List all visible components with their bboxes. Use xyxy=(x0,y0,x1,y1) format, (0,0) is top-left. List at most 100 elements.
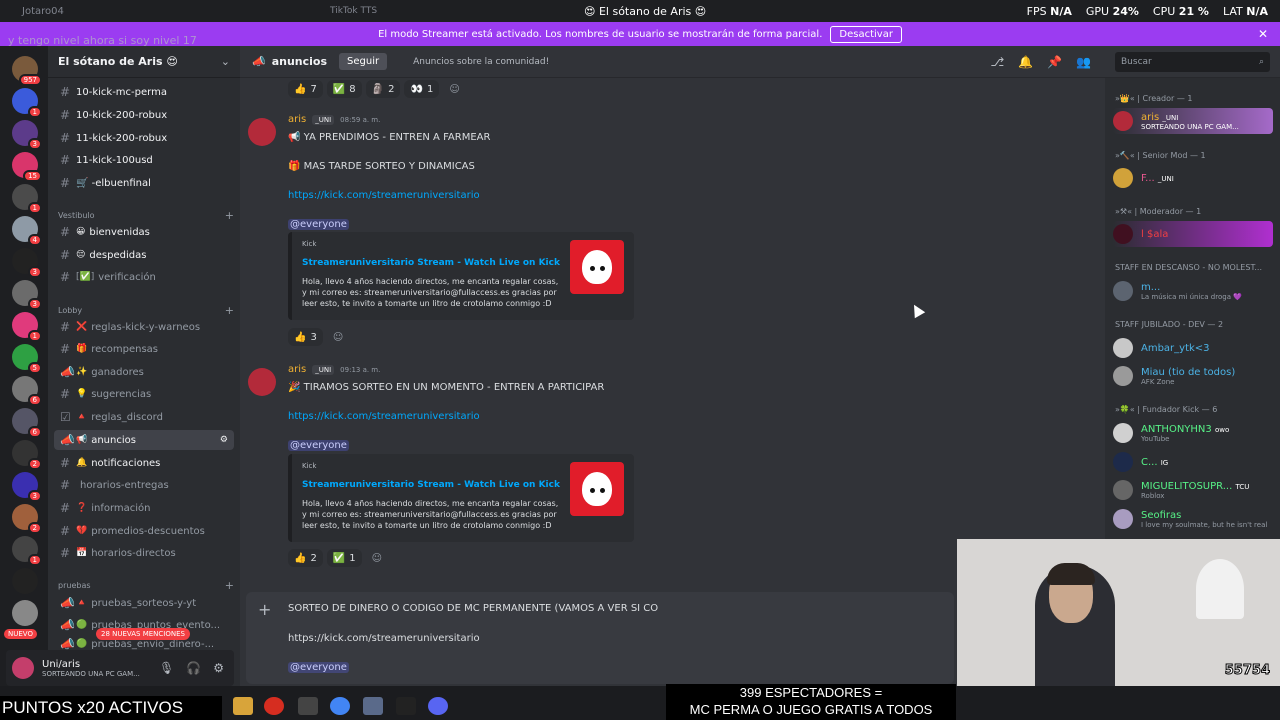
member-item[interactable]: MIGUELITOSUPR... TCU Roblox xyxy=(1113,477,1273,503)
channel-item[interactable]: #10-kick-mc-perma xyxy=(54,82,234,102)
member-item[interactable]: C... IG xyxy=(1113,449,1273,475)
avatar[interactable] xyxy=(12,657,34,679)
attach-plus-icon[interactable]: + xyxy=(258,600,271,619)
threads-icon[interactable]: ⎇ xyxy=(990,55,1004,69)
reaction[interactable]: 👍 7 xyxy=(288,80,323,98)
microphone-icon[interactable]: 🎙 xyxy=(159,661,174,675)
close-icon[interactable]: ✕ xyxy=(1258,27,1268,41)
plus-icon[interactable]: + xyxy=(225,304,234,317)
reaction[interactable]: 👍 2 xyxy=(288,549,323,567)
server-icon[interactable]: 1 xyxy=(12,88,42,118)
server-icon[interactable]: 1 xyxy=(12,184,42,214)
message-composer[interactable]: + SORTEO DE DINERO O CODIGO DE MC PERMAN… xyxy=(246,592,954,684)
everyone-mention[interactable]: @everyone xyxy=(288,440,349,451)
member-item[interactable]: Miau (tio de todos) AFK Zone xyxy=(1113,363,1273,389)
server-icon[interactable]: 4 xyxy=(12,216,42,246)
guild-header[interactable]: El sótano de Aris 😍 ⌄ xyxy=(48,46,240,78)
server-icon[interactable]: 6 xyxy=(12,376,42,406)
server-icon[interactable]: 957 xyxy=(12,56,42,86)
server-icon[interactable] xyxy=(12,600,38,626)
category-pruebas[interactable]: pruebas + xyxy=(58,579,234,592)
member-item[interactable]: ANTHONYHN3 owo YouTube xyxy=(1113,420,1273,446)
composer-link[interactable]: https://kick.com/streameruniversitario xyxy=(288,633,480,644)
member-item[interactable]: Seofiras I love my soulmate, but he isn't… xyxy=(1113,506,1273,532)
channel-item[interactable]: 📣 🔺 pruebas_sorteos-y-yt xyxy=(54,593,234,613)
server-icon[interactable]: 3 xyxy=(12,248,42,278)
channel-item[interactable]: # horarios-entregas xyxy=(54,475,234,495)
channel-item[interactable]: ☑ 🔺 reglas_discord xyxy=(54,407,234,427)
channel-item[interactable]: # 🔔 notificaciones xyxy=(54,453,234,473)
channel-item[interactable]: # 💔 promedios-descuentos xyxy=(54,521,234,541)
search-input[interactable]: Buscar ⌕ xyxy=(1115,51,1270,72)
channel-item[interactable]: 📣 ✨ ganadores xyxy=(54,362,234,382)
add-reaction-icon[interactable]: ☺ xyxy=(366,549,388,567)
server-icon[interactable]: 2 xyxy=(12,504,42,534)
discord-icon[interactable] xyxy=(428,697,448,715)
channel-item[interactable]: # ❌ reglas-kick-y-warneos xyxy=(54,317,234,337)
avatar[interactable] xyxy=(248,368,276,396)
reaction[interactable]: ✅ 8 xyxy=(326,80,362,98)
members-icon[interactable]: 👥 xyxy=(1076,55,1091,69)
plus-icon[interactable]: + xyxy=(225,579,234,592)
channel-item-active[interactable]: 📣 📢 anuncios ⚙ xyxy=(54,430,234,450)
server-icon[interactable]: 1 xyxy=(12,312,42,342)
reaction[interactable]: 👍 3 xyxy=(288,328,323,346)
server-icon[interactable]: 15 xyxy=(12,152,42,182)
category-vestibulo[interactable]: Vestibulo + xyxy=(58,209,234,222)
message-link[interactable]: https://kick.com/streameruniversitario xyxy=(288,411,480,422)
server-icon[interactable]: 6 xyxy=(12,408,42,438)
app-icon[interactable] xyxy=(363,697,383,715)
embed-thumbnail[interactable] xyxy=(570,240,624,294)
member-item[interactable]: aris _UNI SORTEANDO UNA PC GAM... xyxy=(1113,108,1273,134)
member-item[interactable]: F... _UNI xyxy=(1113,165,1273,191)
channel-item[interactable]: # 🎁 recompensas xyxy=(54,339,234,359)
embed-title[interactable]: Streameruniversitario Stream - Watch Liv… xyxy=(302,258,560,268)
reaction[interactable]: ✅ 1 xyxy=(326,549,362,567)
everyone-mention[interactable]: @everyone xyxy=(288,219,349,230)
channel-item[interactable]: # [✅] verificación xyxy=(54,267,234,287)
pin-icon[interactable]: 📌 xyxy=(1047,55,1062,69)
reaction[interactable]: 🗿 2 xyxy=(365,80,401,98)
chrome-icon[interactable] xyxy=(330,697,350,715)
channel-item[interactable]: # 😀 bienvenidas xyxy=(54,222,234,242)
server-icon[interactable]: 1 xyxy=(12,536,42,566)
embed-thumbnail[interactable] xyxy=(570,462,624,516)
settings-icon[interactable]: ⚙ xyxy=(220,435,234,445)
author-name[interactable]: aris xyxy=(288,114,306,125)
server-icon[interactable]: 3 xyxy=(12,120,42,150)
bell-icon[interactable]: 🔔 xyxy=(1018,55,1033,69)
opera-icon[interactable] xyxy=(264,697,284,715)
server-icon[interactable] xyxy=(12,568,38,594)
member-item[interactable]: Ambar_ytk<3 xyxy=(1113,335,1273,361)
channel-item[interactable]: # 📅 horarios-directos xyxy=(54,543,234,563)
channel-item[interactable]: # 🛒 -elbuenfinal xyxy=(54,173,234,193)
add-reaction-icon[interactable]: ☺ xyxy=(327,328,349,346)
composer-line[interactable]: SORTEO DE DINERO O CODIGO DE MC PERMANEN… xyxy=(288,603,658,614)
folder-icon[interactable] xyxy=(233,697,253,715)
message-link[interactable]: https://kick.com/streameruniversitario xyxy=(288,190,480,201)
plus-icon[interactable]: + xyxy=(225,209,234,222)
member-item[interactable]: m... La música mi única droga 💜 xyxy=(1113,278,1273,304)
channel-item[interactable]: # 😔 despedidas xyxy=(54,245,234,265)
add-reaction-icon[interactable]: ☺ xyxy=(443,80,465,98)
follow-button[interactable]: Seguir xyxy=(339,53,388,70)
headphones-icon[interactable]: 🎧 xyxy=(186,661,201,675)
app-icon[interactable] xyxy=(298,697,318,715)
deactivate-button[interactable]: Desactivar xyxy=(830,25,902,43)
server-icon[interactable]: 3 xyxy=(12,472,42,502)
member-item[interactable]: l $ala xyxy=(1113,221,1273,247)
composer-mention[interactable]: @everyone xyxy=(288,662,349,673)
server-icon[interactable]: 3 xyxy=(12,280,42,310)
category-lobby[interactable]: Lobby + xyxy=(58,304,234,317)
server-icon[interactable]: 5 xyxy=(12,344,42,374)
channel-item[interactable]: #11-kick-100usd xyxy=(54,150,234,170)
channel-item[interactable]: #11-kick-200-robux xyxy=(54,128,234,148)
channel-item[interactable]: #10-kick-200-robux xyxy=(54,105,234,125)
channel-item[interactable]: # 💡 sugerencias xyxy=(54,384,234,404)
new-mentions-badge[interactable]: 28 NUEVAS MENCIONES xyxy=(96,628,190,640)
new-badge[interactable]: NUEVO xyxy=(4,629,37,639)
gear-icon[interactable]: ⚙ xyxy=(213,661,224,675)
server-icon[interactable]: 2 xyxy=(12,440,42,470)
author-name[interactable]: aris xyxy=(288,364,306,375)
embed-title[interactable]: Streameruniversitario Stream - Watch Liv… xyxy=(302,480,560,490)
